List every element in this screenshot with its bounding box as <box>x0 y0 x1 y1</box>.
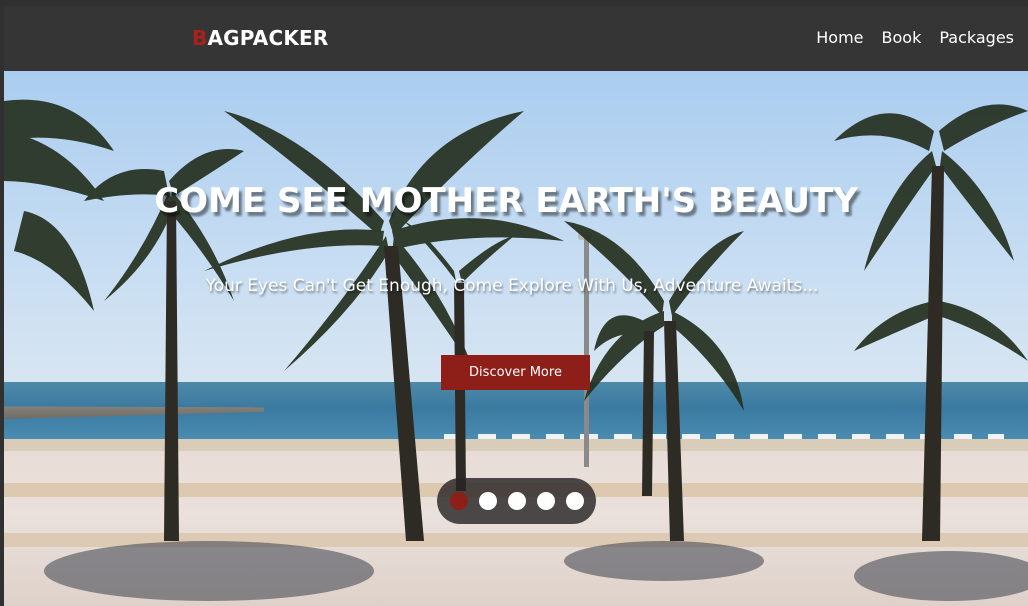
hero-section: COME SEE MOTHER EARTH'S BEAUTY Your Eyes… <box>4 71 1028 606</box>
slider-dot-2[interactable] <box>478 492 497 510</box>
hero-title: COME SEE MOTHER EARTH'S BEAUTY <box>154 181 858 221</box>
nav-link-book[interactable]: Book <box>882 28 922 47</box>
nav-link-packages[interactable]: Packages <box>939 28 1014 47</box>
slider-dot-1[interactable] <box>449 492 468 510</box>
slider-dot-3[interactable] <box>507 492 526 510</box>
site-logo[interactable]: BAGPACKER <box>192 26 329 50</box>
slider-dots <box>437 478 596 524</box>
slider-dot-4[interactable] <box>536 492 555 510</box>
page-frame: BAGPACKER Home Book Packages COME SEE MO… <box>0 0 1028 606</box>
nav-links: Home Book Packages <box>816 28 1014 47</box>
logo-text: AGPACKER <box>207 26 329 50</box>
palm-trees-illustration <box>4 99 1028 541</box>
nav-link-home[interactable]: Home <box>816 28 863 47</box>
hero-subtitle: Your Eyes Can't Get Enough, Come Explore… <box>205 276 819 296</box>
slider-dot-5[interactable] <box>565 492 584 510</box>
discover-more-button[interactable]: Discover More <box>441 355 590 390</box>
logo-first-letter: B <box>192 26 208 50</box>
navbar: BAGPACKER Home Book Packages <box>4 6 1028 71</box>
